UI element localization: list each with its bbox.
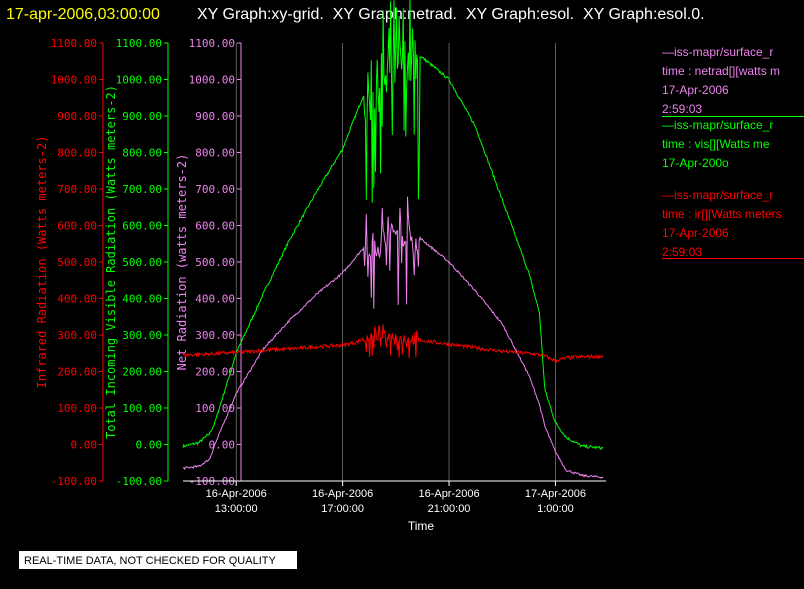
y-axis-title-visible: Total Incoming Visible Radiation (Watts … [104, 85, 118, 439]
legend-vis-line-1: —iss-mapr/surface_r [662, 118, 774, 132]
x-tick-label-date-0: 16-Apr-2006 [206, 488, 267, 500]
y-tick-label-visible-12: 1100.00 [116, 37, 162, 50]
y-axes: -100.00 0.00 100.00 200.00 300.00 400.00 500.0… [35, 37, 242, 488]
y-axis-title-infrared: Infrared Radiation (Watts meters-2) [35, 136, 49, 389]
header-datetime: 17-apr-2006,03:00:00 [6, 6, 160, 23]
x-axis: 16-Apr-2006 13:00:00 16-Apr-2006 17:00:00 16… [183, 480, 606, 515]
legend-vis-line-2: time : vis[][Watts me [662, 137, 770, 151]
y-tick-label-net-10: 900.00 [195, 110, 235, 123]
y-tick-label-visible-5: 400.00 [122, 293, 162, 306]
legend-net: —iss-mapr/surface_r time : netrad[][watt… [662, 43, 804, 119]
x-axis-label: Time [408, 519, 435, 533]
y-tick-label-infrared-4: 300.00 [57, 329, 97, 342]
y-tick-label-visible-1: 0.00 [136, 439, 163, 452]
legend-separator-2 [662, 258, 804, 259]
y-tick-label-infrared-1: 0.00 [71, 439, 98, 452]
y-tick-label-net-4: 300.00 [195, 329, 235, 342]
legend-net-line-2: time : netrad[][watts m [662, 64, 781, 78]
y-tick-label-visible-2: 100.00 [122, 402, 162, 415]
x-tick-label-date-3: 17-Apr-2006 [525, 488, 586, 500]
y-tick-label-visible-6: 500.00 [122, 256, 162, 269]
y-tick-label-net-7: 600.00 [195, 220, 235, 233]
y-tick-label-visible-3: 200.00 [122, 366, 162, 379]
y-tick-label-infrared-11: 1000.00 [51, 74, 97, 87]
y-tick-label-infrared-3: 200.00 [57, 366, 97, 379]
quality-note: REAL-TIME DATA, NOT CHECKED FOR QUALITY [18, 550, 298, 570]
y-tick-label-infrared-5: 400.00 [57, 293, 97, 306]
y-tick-label-net-9: 800.00 [195, 147, 235, 160]
series-line-vis [182, 0, 604, 451]
legend-vis-line-3: 17-Apr-200o [662, 156, 729, 170]
y-tick-label-visible-7: 600.00 [122, 220, 162, 233]
y-tick-label-net-6: 500.00 [195, 256, 235, 269]
y-tick-label-infrared-2: 100.00 [57, 402, 97, 415]
x-tick-label-date-2: 16-Apr-2006 [418, 488, 479, 500]
legend-ir-line-1: —iss-mapr/surface_r [662, 188, 774, 202]
y-tick-label-visible-0: -100.00 [116, 475, 162, 488]
legend-net-line-3: 17-Apr-2006 [662, 83, 729, 97]
y-tick-label-net-2: 100.00 [195, 402, 235, 415]
legend-ir-line-3: 17-Apr-2006 [662, 226, 729, 240]
y-tick-label-infrared-6: 500.00 [57, 256, 97, 269]
series-group [182, 0, 604, 479]
grid [235, 43, 556, 481]
y-tick-label-visible-4: 300.00 [122, 329, 162, 342]
y-tick-label-infrared-7: 600.00 [57, 220, 97, 233]
y-tick-label-net-12: 1100.00 [189, 37, 235, 50]
y-axis-title-net: Net Radiation (watts meters-2) [175, 154, 189, 371]
x-tick-label-time-2: 21:00:00 [428, 503, 471, 515]
y-tick-label-visible-11: 1000.00 [116, 74, 162, 87]
y-tick-label-infrared-12: 1100.00 [51, 37, 97, 50]
y-tick-label-net-8: 700.00 [195, 183, 235, 196]
x-tick-label-time-3: 1:00:00 [537, 503, 574, 515]
legend-net-line-1: —iss-mapr/surface_r [662, 45, 774, 59]
y-tick-label-infrared-8: 700.00 [57, 183, 97, 196]
y-tick-label-visible-10: 900.00 [122, 110, 162, 123]
legend-ir-line-2: time : ir[][Watts meters [662, 207, 782, 221]
x-tick-label-date-1: 16-Apr-2006 [312, 488, 373, 500]
y-tick-label-infrared-0: -100.00 [51, 475, 97, 488]
header-graphs: XY Graph:xy-grid. XY Graph:netrad. XY Gr… [197, 6, 705, 23]
y-tick-label-infrared-9: 800.00 [57, 147, 97, 160]
y-tick-label-visible-8: 700.00 [122, 183, 162, 196]
x-tick-label-time-1: 17:00:00 [321, 503, 364, 515]
y-tick-label-visible-9: 800.00 [122, 147, 162, 160]
y-tick-label-net-1: 0.00 [209, 439, 236, 452]
legend-vis: —iss-mapr/surface_r time : vis[][Watts m… [662, 116, 804, 173]
legend-ir: —iss-mapr/surface_r time : ir[][Watts me… [662, 186, 804, 262]
y-tick-label-net-5: 400.00 [195, 293, 235, 306]
legend-ir-line-4: 2:59:03 [662, 245, 703, 259]
y-tick-label-infrared-10: 900.00 [57, 110, 97, 123]
y-tick-label-net-11: 1000.00 [189, 74, 235, 87]
x-tick-label-time-0: 13:00:00 [215, 503, 258, 515]
